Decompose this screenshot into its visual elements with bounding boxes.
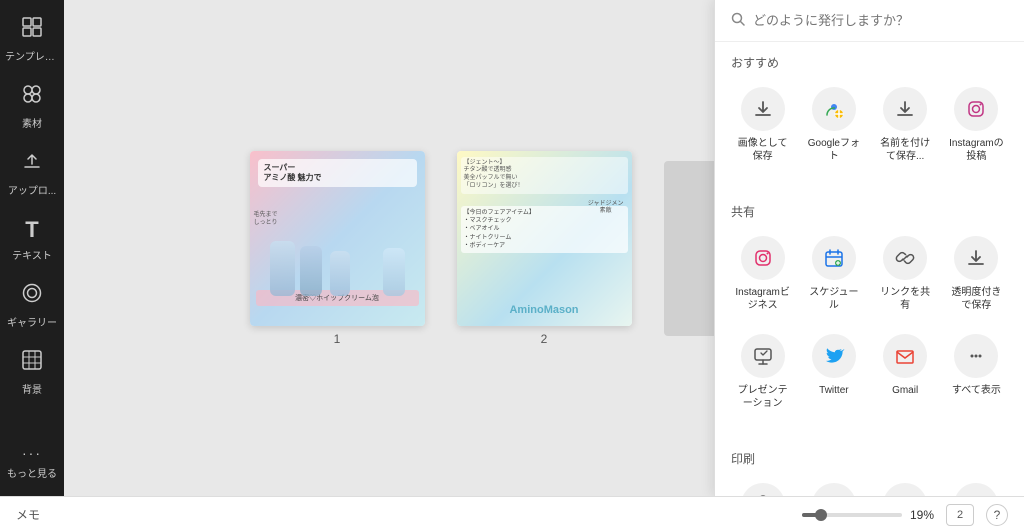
instagram-biz-label: Instagramビジネス xyxy=(733,286,792,312)
share-section: 共有 Instagramビジネス xyxy=(715,191,1024,430)
sidebar: テンプレー... 素材 アップロ... T xyxy=(0,0,64,496)
save-transparent-item[interactable]: 透明度付きで保存 xyxy=(945,230,1008,318)
material-icon xyxy=(21,83,43,111)
more-icon: ··· xyxy=(22,445,42,461)
google-photo-item[interactable]: Googleフォト xyxy=(802,81,865,169)
instagram-post-label: Instagramの投稿 xyxy=(947,137,1006,163)
save-name-icon-circle xyxy=(883,87,927,131)
save-image-item[interactable]: 画像として保存 xyxy=(731,81,794,169)
print-poster-item[interactable]: ポスターを印刷する xyxy=(802,477,865,496)
page-2-number: 2 xyxy=(541,332,548,346)
sidebar-item-more[interactable]: ··· もっと見る xyxy=(4,437,60,488)
page-1-number: 1 xyxy=(334,332,341,346)
instagram-icon-circle xyxy=(954,87,998,131)
memo-label: メモ xyxy=(16,506,790,523)
sidebar-item-label: もっと見る xyxy=(7,465,57,480)
help-button[interactable]: ? xyxy=(986,504,1008,526)
page-2-image[interactable]: 【ジェント〜】チタン酸で透明感美全パッフルで無い「ロリコン」を選び！ 【今日のフ… xyxy=(457,151,632,326)
sidebar-item-label: 背景 xyxy=(22,381,42,396)
schedule-icon-circle xyxy=(812,236,856,280)
instagram-biz-icon-circle xyxy=(741,236,785,280)
print-grid: 名刺を印刷する ポスターを印刷する xyxy=(731,477,1008,496)
twitter-icon-circle xyxy=(812,334,856,378)
presentation-icon-circle xyxy=(741,334,785,378)
sidebar-item-label: アップロ... xyxy=(8,182,56,197)
save-transparent-icon-circle xyxy=(954,236,998,280)
sidebar-item-label: テンプレー... xyxy=(5,48,59,63)
gmail-label: Gmail xyxy=(892,384,918,397)
page-1-image[interactable]: スーパーアミノ酸 魅力で 毛先までしっとり 濃密♡ホイップクリーム泡 xyxy=(250,151,425,326)
share-grid-2: プレゼンテーション Twitter xyxy=(731,328,1008,416)
sidebar-item-text[interactable]: T テキスト xyxy=(4,209,60,270)
print-section: 印刷 名刺を印刷する xyxy=(715,438,1024,496)
page-2-thumb: 【ジェント〜】チタン酸で透明感美全パッフルで無い「ロリコン」を選び！ 【今日のフ… xyxy=(457,151,632,346)
google-photo-icon-circle xyxy=(812,87,856,131)
slider-track[interactable] xyxy=(802,513,902,517)
help-icon: ? xyxy=(994,508,1001,522)
share-link-icon-circle xyxy=(883,236,927,280)
share-link-label: リンクを共有 xyxy=(876,286,935,312)
page-display-button[interactable]: 2 xyxy=(946,504,974,526)
sidebar-item-label: ギャラリー xyxy=(7,314,57,329)
sidebar-item-background[interactable]: 背景 xyxy=(4,341,60,404)
twitter-label: Twitter xyxy=(819,384,848,397)
popup-search-bar xyxy=(715,0,1024,42)
gallery-icon xyxy=(21,282,43,310)
app-container: テンプレー... 素材 アップロ... T xyxy=(0,0,1024,496)
sidebar-item-upload[interactable]: アップロ... xyxy=(4,142,60,205)
sidebar-item-gallery[interactable]: ギャラリー xyxy=(4,274,60,337)
publish-popup: おすすめ 画像として保存 xyxy=(714,0,1024,496)
print-flyer-item[interactable]: チラシを印刷する xyxy=(874,477,937,496)
save-name-item[interactable]: 名前を付けて保存... xyxy=(874,81,937,169)
schedule-label: スケジュール xyxy=(804,286,863,312)
bottom-bar: メモ 19% 2 ? xyxy=(0,496,1024,532)
text-icon: T xyxy=(25,217,38,243)
page-number: 2 xyxy=(957,509,963,521)
show-all-share-label: すべて表示 xyxy=(952,384,1001,397)
google-photo-label: Googleフォト xyxy=(804,137,863,163)
recommended-title: おすすめ xyxy=(731,54,1008,71)
upload-icon xyxy=(21,150,43,178)
print-poster-icon-circle xyxy=(812,483,856,496)
presentation-item[interactable]: プレゼンテーション xyxy=(731,328,794,416)
share-grid: Instagramビジネス xyxy=(731,230,1008,318)
save-image-label: 画像として保存 xyxy=(733,137,792,163)
show-all-print-item[interactable]: すべて表示 xyxy=(945,477,1008,496)
zoom-percent: 19% xyxy=(910,508,934,522)
sidebar-item-template[interactable]: テンプレー... xyxy=(4,8,60,71)
save-image-icon-circle xyxy=(741,87,785,131)
show-all-print-icon-circle xyxy=(954,483,998,496)
print-title: 印刷 xyxy=(731,450,1008,467)
gmail-item[interactable]: Gmail xyxy=(874,328,937,416)
instagram-biz-item[interactable]: Instagramビジネス xyxy=(731,230,794,318)
sidebar-item-label: テキスト xyxy=(12,247,52,262)
presentation-label: プレゼンテーション xyxy=(733,384,792,410)
publish-search-input[interactable] xyxy=(753,13,1008,28)
save-transparent-label: 透明度付きで保存 xyxy=(947,286,1006,312)
schedule-item[interactable]: スケジュール xyxy=(802,230,865,318)
background-icon xyxy=(21,349,43,377)
page-1-thumb: スーパーアミノ酸 魅力で 毛先までしっとり 濃密♡ホイップクリーム泡 1 xyxy=(250,151,425,346)
slider-thumb[interactable] xyxy=(815,509,827,521)
save-name-label: 名前を付けて保存... xyxy=(876,137,935,163)
print-card-icon-circle xyxy=(741,483,785,496)
zoom-slider: 19% xyxy=(802,508,934,522)
main-content: スーパーアミノ酸 魅力で 毛先までしっとり 濃密♡ホイップクリーム泡 1 xyxy=(64,0,1024,496)
instagram-post-item[interactable]: Instagramの投稿 xyxy=(945,81,1008,169)
share-link-item[interactable]: リンクを共有 xyxy=(874,230,937,318)
show-all-share-item[interactable]: すべて表示 xyxy=(945,328,1008,416)
print-flyer-icon-circle xyxy=(883,483,927,496)
recommended-section: おすすめ 画像として保存 xyxy=(715,42,1024,183)
sidebar-item-label: 素材 xyxy=(22,115,42,130)
show-all-share-icon-circle xyxy=(954,334,998,378)
sidebar-item-material[interactable]: 素材 xyxy=(4,75,60,138)
share-title: 共有 xyxy=(731,203,1008,220)
search-icon xyxy=(731,12,745,29)
print-card-item[interactable]: 名刺を印刷する xyxy=(731,477,794,496)
gmail-icon-circle xyxy=(883,334,927,378)
template-icon xyxy=(21,16,43,44)
twitter-item[interactable]: Twitter xyxy=(802,328,865,416)
recommended-grid: 画像として保存 Googleフォト xyxy=(731,81,1008,169)
